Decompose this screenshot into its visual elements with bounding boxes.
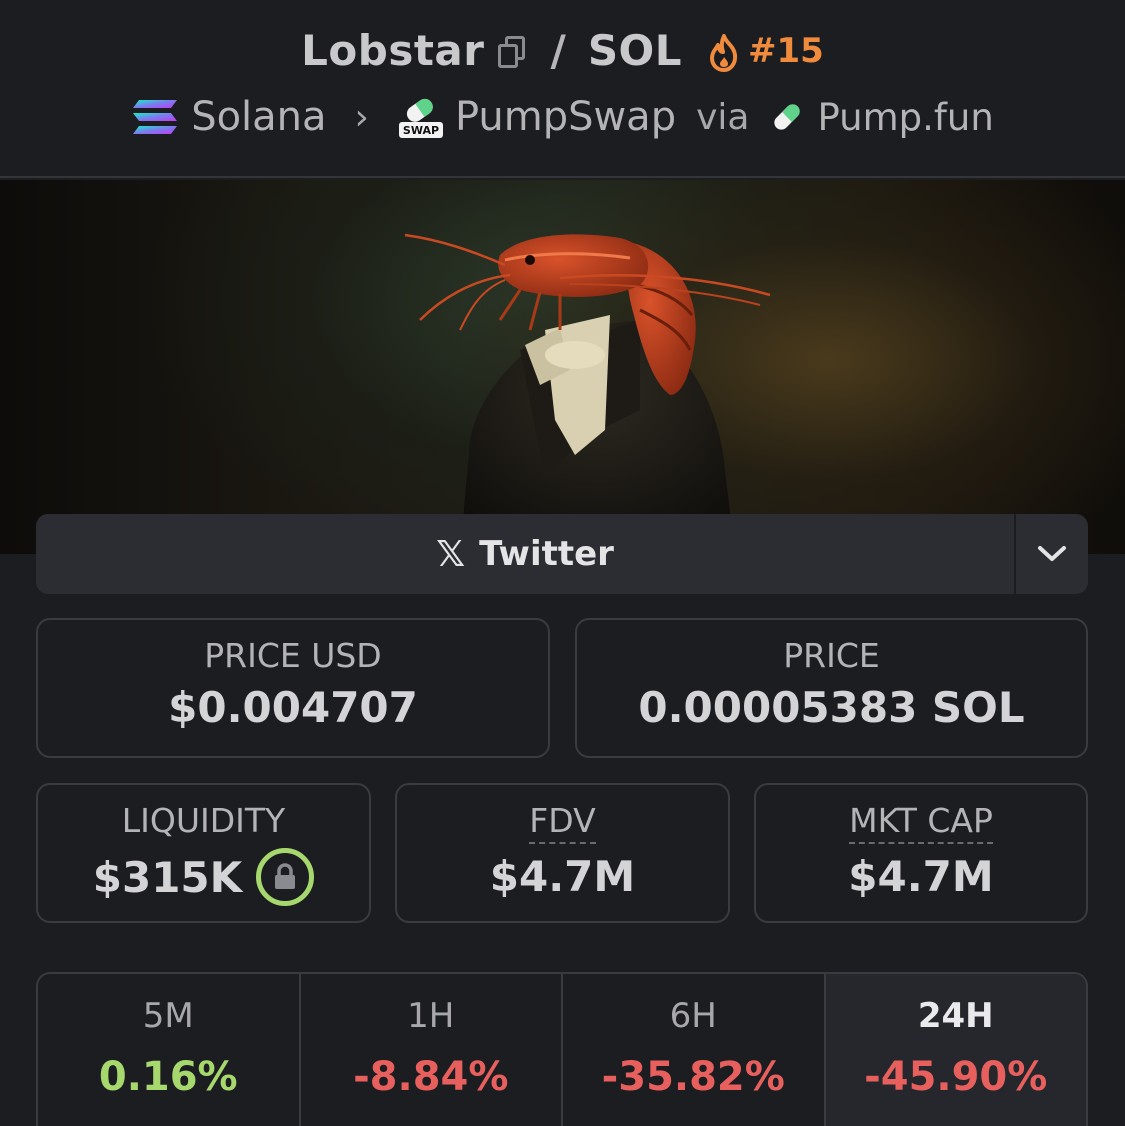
tab-1h-change: -8.84% [353, 1054, 509, 1100]
tab-1h-label: 1H [407, 996, 455, 1036]
tab-6h-change: -35.82% [601, 1054, 785, 1100]
tab-24h-label: 24H [917, 996, 994, 1036]
price-change-tabs: 5M 0.16% 1H -8.84% 6H -35.82% 24H -45.90… [36, 972, 1088, 1126]
price-sol-label: PRICE [783, 636, 880, 675]
launchpad-link[interactable]: Pump.fun [817, 96, 993, 139]
pair-header: Lobstar / SOL #15 Solana › SWAP PumpSwap… [0, 0, 1125, 178]
tab-5m-change: 0.16% [98, 1054, 238, 1100]
pair-separator: / [550, 26, 566, 75]
market-cap-value: $4.7M [848, 852, 994, 901]
trending-rank: #15 [748, 30, 824, 71]
fdv-label[interactable]: FDV [529, 801, 596, 844]
twitter-button[interactable]: 𝕏 Twitter [36, 514, 1014, 594]
pumpswap-logo-icon: SWAP [398, 98, 443, 138]
tab-24h-change: -45.90% [864, 1054, 1048, 1100]
price-usd-label: PRICE USD [204, 636, 382, 675]
pumpfun-pill-icon [774, 104, 801, 130]
price-usd-card: PRICE USD $0.004707 [36, 618, 550, 758]
social-links-bar: 𝕏 Twitter [36, 514, 1088, 594]
swap-badge-text: SWAP [403, 124, 439, 137]
liquidity-card: LIQUIDITY $315K [36, 783, 371, 923]
fdv-card: FDV $4.7M [395, 783, 730, 923]
liquidity-label: LIQUIDITY [121, 801, 286, 840]
tab-1h[interactable]: 1H -8.84% [301, 974, 563, 1126]
solana-logo-icon [133, 100, 178, 134]
chevron-right-icon: › [354, 96, 369, 138]
chain-breadcrumb: Solana › SWAP PumpSwap via Pump.fun [0, 94, 1125, 140]
twitter-label: Twitter [479, 534, 614, 574]
lobster-portrait [404, 233, 771, 554]
copy-icon[interactable] [496, 35, 530, 70]
chevron-down-icon [1038, 546, 1066, 561]
liquidity-value: $315K [92, 852, 243, 902]
tab-5m-label: 5M [142, 996, 194, 1036]
price-sol-value: 0.00005383 SOL [638, 683, 1025, 732]
x-logo-icon: 𝕏 [436, 533, 466, 575]
tab-5m[interactable]: 5M 0.16% [38, 974, 301, 1126]
via-label: via [696, 96, 750, 138]
tab-6h-label: 6H [669, 996, 717, 1036]
market-cap-card: MKT CAP $4.7M [754, 783, 1088, 923]
market-cap-label[interactable]: MKT CAP [849, 801, 993, 844]
social-dropdown-button[interactable] [1016, 514, 1088, 594]
pair-title-row: Lobstar / SOL #15 [0, 26, 1125, 75]
fdv-value: $4.7M [489, 852, 636, 901]
tab-24h[interactable]: 24H -45.90% [825, 974, 1086, 1126]
price-sol-card: PRICE 0.00005383 SOL [575, 618, 1088, 758]
token-name: Lobstar [301, 26, 485, 75]
liquidity-value-row: $315K [38, 848, 369, 906]
dex-link[interactable]: PumpSwap [455, 94, 676, 140]
lock-icon[interactable] [256, 848, 315, 906]
quote-token: SOL [587, 26, 683, 75]
tab-6h[interactable]: 6H -35.82% [563, 974, 826, 1126]
price-usd-value: $0.004707 [168, 683, 418, 732]
fire-icon [710, 33, 738, 72]
chain-link[interactable]: Solana [191, 94, 326, 140]
token-banner-image [0, 180, 1125, 554]
